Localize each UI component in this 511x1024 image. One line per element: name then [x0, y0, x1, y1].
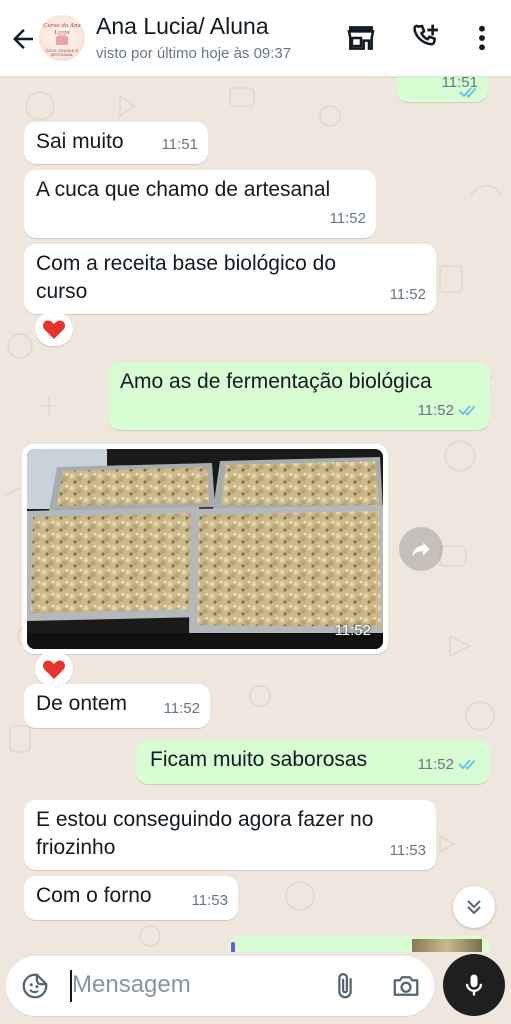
camera-icon[interactable]: [390, 971, 422, 1001]
message-text: Com a receita base biológico do curso: [36, 252, 337, 303]
message-time: 11:52: [417, 402, 454, 419]
store-icon[interactable]: [345, 22, 377, 54]
heart-icon: [43, 320, 65, 339]
reply-quote-bar: [231, 942, 235, 952]
message-time: 11:51: [161, 136, 198, 153]
message-bubble-incoming[interactable]: Com a receita base biológico do curso 11…: [24, 244, 436, 314]
message-text: Sai muito: [36, 130, 124, 153]
message-text: E estou conseguindo agora fazer no frioz…: [36, 808, 374, 859]
message-bubble-incoming[interactable]: Sai muito 11:51: [24, 122, 208, 164]
chat-area[interactable]: 11:51 Sai muito 11:51 A cuca que chamo d…: [0, 76, 511, 952]
double-chevron-down-icon: [467, 900, 481, 915]
forward-button[interactable]: [399, 527, 443, 571]
heart-reaction[interactable]: [35, 652, 73, 686]
message-input[interactable]: Mensagem: [72, 971, 191, 999]
scroll-to-bottom-button[interactable]: [453, 886, 495, 928]
heart-reaction[interactable]: [35, 312, 73, 346]
image-thumbnail: [412, 939, 482, 952]
message-composer[interactable]: Mensagem: [6, 956, 434, 1016]
message-text: A cuca que chamo de artesanal: [36, 178, 331, 201]
contact-name[interactable]: Ana Lucia/ Aluna: [96, 13, 269, 40]
read-ticks-icon: [455, 84, 479, 102]
add-call-icon[interactable]: [410, 22, 442, 54]
chat-header: Curso da Ana Lucia DOCE GRANDE E ARTESAN…: [0, 0, 511, 76]
cuca-trays-image: [27, 449, 383, 649]
message-bubble-incoming[interactable]: Com o forno 11:53: [24, 876, 238, 920]
more-vertical-icon[interactable]: [466, 22, 496, 54]
cuca-photo[interactable]: 11:52: [27, 449, 383, 649]
message-bubble-outgoing[interactable]: Ficam muito saborosas 11:52: [136, 740, 490, 784]
message-bubble-incoming[interactable]: A cuca que chamo de artesanal 11:52: [24, 170, 376, 238]
message-time: 11:53: [389, 842, 426, 859]
message-bubble-outgoing-partial[interactable]: [228, 936, 490, 952]
forward-icon: [412, 542, 430, 557]
message-time: 11:52: [163, 700, 200, 717]
message-text: Ficam muito saborosas: [150, 748, 368, 771]
read-ticks-icon: [458, 405, 476, 416]
microphone-icon: [465, 974, 483, 996]
message-bubble-incoming[interactable]: E estou conseguindo agora fazer no frioz…: [24, 800, 436, 870]
cake-icon: [56, 32, 68, 45]
message-time-wrap: 11:52: [418, 751, 478, 779]
message-time: 11:52: [417, 756, 454, 773]
message-time: 11:53: [191, 892, 228, 909]
message-bubble-outgoing[interactable]: Amo as de fermentação biológica 11:52: [108, 362, 490, 430]
last-seen-status: visto por último hoje às 09:37: [96, 45, 292, 62]
message-time: 11:52: [389, 286, 426, 303]
image-message[interactable]: 11:52: [22, 444, 388, 654]
message-time: 11:52: [329, 210, 366, 227]
avatar-logo-subtext: DOCE GRANDE E ARTESANAL: [46, 49, 78, 57]
message-text: De ontem: [36, 692, 128, 715]
voice-message-button[interactable]: [443, 954, 505, 1016]
read-ticks-icon: [458, 759, 476, 770]
back-arrow-icon[interactable]: [8, 24, 38, 54]
contact-avatar[interactable]: Curso da Ana Lucia DOCE GRANDE E ARTESAN…: [39, 15, 85, 61]
message-bubble-incoming[interactable]: De ontem 11:52: [24, 684, 210, 728]
message-time: 11:52: [334, 622, 371, 639]
message-text: Com o forno: [36, 884, 152, 907]
heart-icon: [43, 660, 65, 679]
message-time-wrap: 11:52: [418, 397, 478, 425]
emoji-sticker-icon[interactable]: [20, 971, 50, 1001]
attach-clip-icon[interactable]: [330, 970, 360, 1002]
message-text: Amo as de fermentação biológica: [120, 370, 432, 393]
